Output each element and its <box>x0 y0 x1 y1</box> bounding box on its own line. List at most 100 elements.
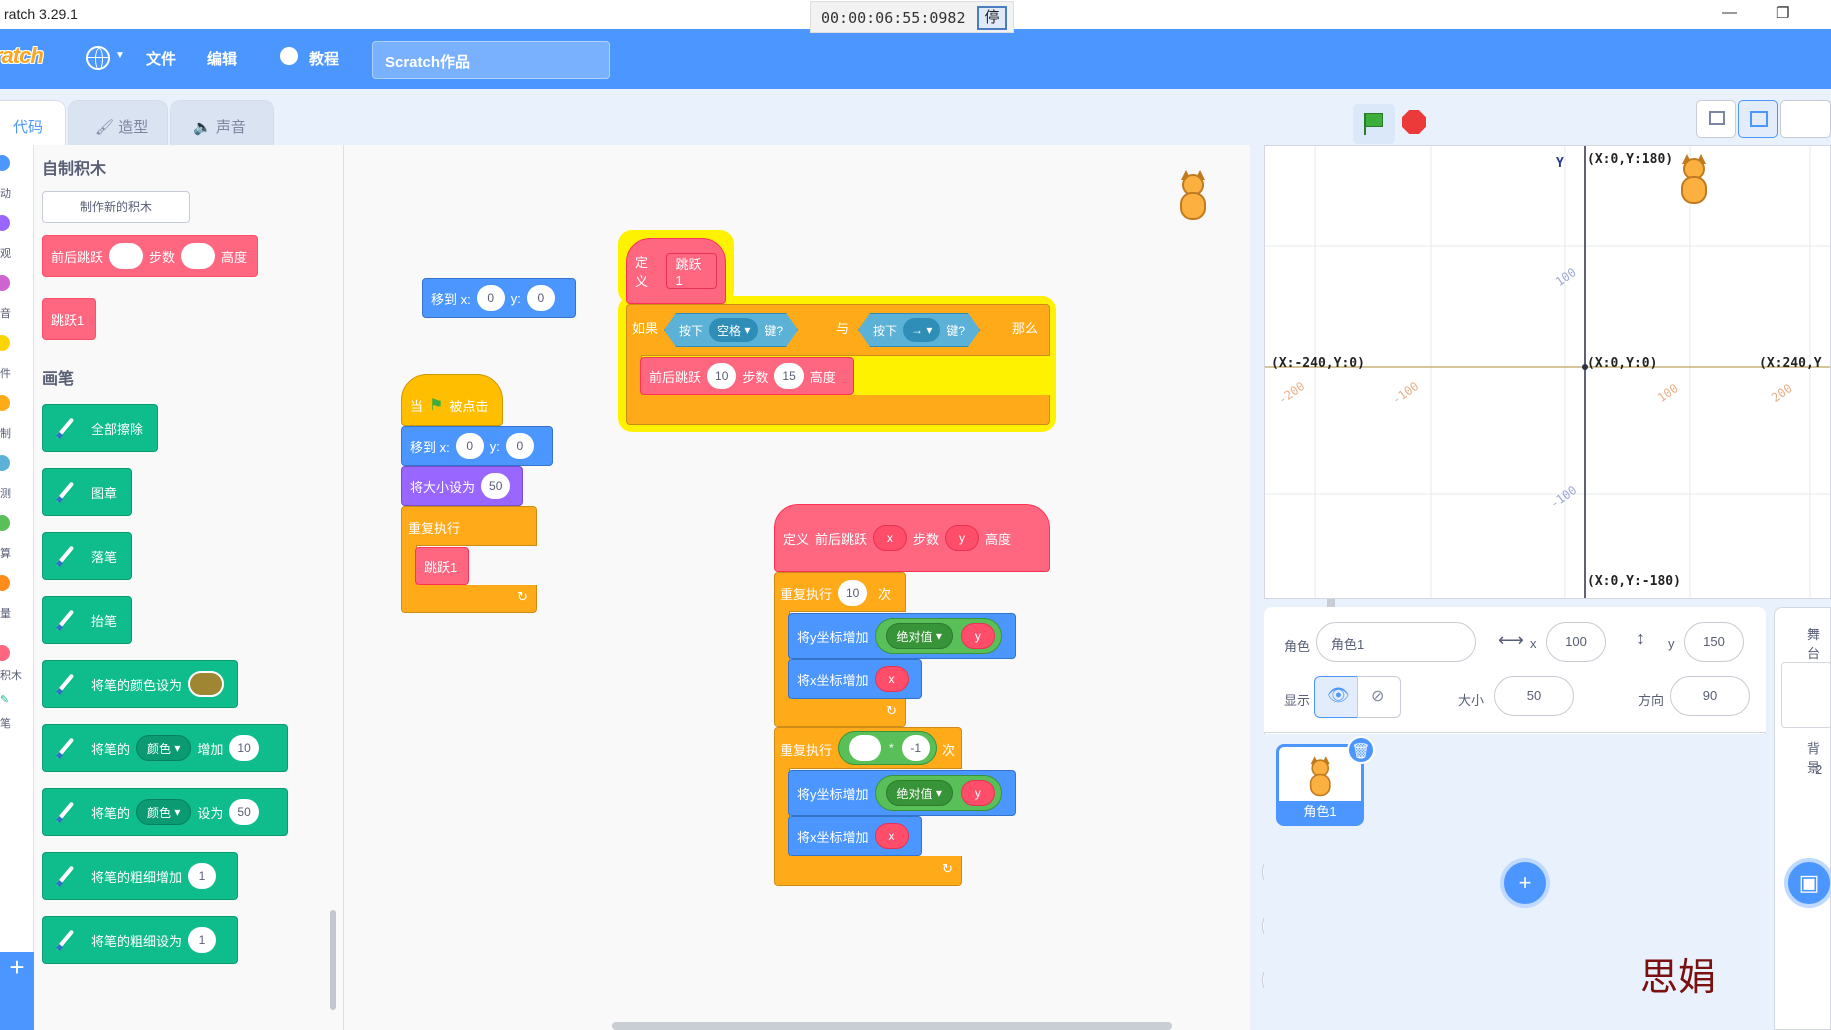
goto-x-input[interactable]: 0 <box>476 285 505 311</box>
palette-jump-block[interactable]: 跳跃1 <box>42 298 96 340</box>
x-arg-reporter[interactable]: x <box>874 823 909 849</box>
key-pressed-right[interactable]: 按下 → ▾ 键? <box>858 313 980 347</box>
restore-button[interactable]: ❐ <box>1776 4 1789 22</box>
abs-operator[interactable]: 绝对值 ▾ y <box>874 618 1002 654</box>
size-input[interactable]: 50 <box>1494 676 1574 716</box>
category-sensing-label[interactable]: 测 <box>0 485 11 501</box>
param-y-reporter[interactable]: y <box>945 525 980 551</box>
category-sensing-dot[interactable] <box>0 455 10 471</box>
pen-clear-block[interactable]: 全部擦除 <box>42 404 158 452</box>
category-operators-label[interactable]: 算 <box>0 545 11 561</box>
abs-operator[interactable]: 绝对值 ▾ y <box>874 775 1002 811</box>
tab-costumes[interactable]: 🖌 造型 <box>68 100 168 145</box>
pen-change-value[interactable]: 10 <box>229 735 259 761</box>
tab-sounds[interactable]: 🔈 声音 <box>170 100 274 145</box>
repeat1-count-input[interactable]: 10 <box>838 580 868 606</box>
scratch-logo[interactable]: ratch <box>0 43 58 75</box>
sprite-x-input[interactable]: 100 <box>1546 622 1606 662</box>
param-x-reporter[interactable]: x <box>873 525 908 551</box>
add-backdrop-button[interactable]: ▣ <box>1784 858 1831 908</box>
category-operators-dot[interactable] <box>0 515 10 531</box>
pen-set-param-block[interactable]: 将笔的 颜色 ▾ 设为 50 <box>42 788 288 836</box>
small-stage-button[interactable] <box>1696 100 1736 138</box>
abs-arg-reporter[interactable]: y <box>960 780 995 806</box>
fullscreen-button[interactable] <box>1780 100 1831 138</box>
language-globe-icon[interactable] <box>86 46 110 70</box>
change-x-block[interactable]: 将x坐标增加 x <box>788 816 922 856</box>
set-size-block[interactable]: 将大小设为 50 <box>401 466 523 506</box>
pen-param-dropdown[interactable]: 颜色 ▾ <box>136 735 192 761</box>
category-looks-dot[interactable] <box>0 215 10 231</box>
stage-canvas[interactable]: Y (X:0,Y:180) (X:-240,Y:0) (X:0,Y:0) (X:… <box>1264 145 1831 599</box>
key-pressed-space[interactable]: 按下 空格 ▾ 键? <box>664 313 798 347</box>
goto-xy-block[interactable]: 移到 x: 0 y: 0 <box>401 426 553 466</box>
normal-stage-button[interactable] <box>1738 100 1778 138</box>
category-control-dot[interactable] <box>0 395 10 411</box>
change-y-block[interactable]: 将y坐标增加 绝对值 ▾ y <box>788 613 1016 659</box>
cat-sprite[interactable] <box>1671 152 1719 212</box>
call-hop-height-input[interactable]: 15 <box>774 363 804 389</box>
pen-set-size-block[interactable]: 将笔的粗细设为 1 <box>42 916 238 964</box>
call-hop-block[interactable]: 前后跳跃 10 步数 15 高度 <box>640 357 854 395</box>
green-flag-button[interactable] <box>1353 104 1395 144</box>
change-x-block[interactable]: 将x坐标增加 x <box>788 659 922 699</box>
abs-arg-reporter[interactable]: y <box>960 623 995 649</box>
sprite-name-input[interactable]: 角色1 <box>1316 622 1476 662</box>
multiply-left-input[interactable] <box>849 735 881 761</box>
minimize-button[interactable]: — <box>1722 4 1737 21</box>
make-block-button[interactable]: 制作新的积木 <box>42 191 190 223</box>
call-jump-block[interactable]: 跳跃1 <box>415 547 469 585</box>
category-variables-dot[interactable] <box>0 575 10 591</box>
multiply-right-input[interactable]: -1 <box>901 735 930 761</box>
category-myblocks-label[interactable]: 积木 <box>0 667 22 683</box>
define-jump-hat[interactable]: 定义 跳跃1 <box>626 238 726 304</box>
palette-scrollbar[interactable] <box>330 910 336 1010</box>
category-pen-icon[interactable]: ✎ <box>0 693 9 706</box>
backdrop-thumbnail[interactable] <box>1781 662 1831 728</box>
category-variables-label[interactable]: 量 <box>0 605 11 621</box>
pen-change-param-block[interactable]: 将笔的 颜色 ▾ 增加 10 <box>42 724 288 772</box>
color-swatch[interactable] <box>188 671 225 697</box>
stage-backdrop-pane[interactable]: 舞台 背景 2 <box>1774 607 1831 1030</box>
x-arg-reporter[interactable]: x <box>874 666 909 692</box>
category-sound-label[interactable]: 音 <box>0 305 11 321</box>
custom-block-slot-height[interactable] <box>181 243 216 269</box>
category-motion-label[interactable]: 动 <box>0 185 11 201</box>
goto-x-input[interactable]: 0 <box>455 433 484 459</box>
pen-down-block[interactable]: 落笔 <box>42 532 132 580</box>
delete-sprite-button[interactable]: 🗑 <box>1347 736 1375 764</box>
category-events-label[interactable]: 件 <box>0 365 11 381</box>
timer-stop-button[interactable]: 停 <box>977 6 1007 30</box>
menu-tutorials[interactable]: 教程 <box>309 48 339 69</box>
category-pen-label[interactable]: 笔 <box>0 715 11 731</box>
pen-set-size-value[interactable]: 1 <box>188 927 217 953</box>
direction-input[interactable]: 90 <box>1670 676 1750 716</box>
add-extension-button[interactable]: + <box>0 952 34 1030</box>
category-motion-dot[interactable] <box>0 155 10 171</box>
show-visible-button[interactable]: 👁 <box>1314 676 1358 718</box>
goto-xy-block[interactable]: 移到 x: 0 y: 0 <box>422 278 576 318</box>
category-sound-dot[interactable] <box>0 275 10 291</box>
key2-dropdown[interactable]: → ▾ <box>903 318 940 342</box>
project-title-input[interactable]: Scratch作品 <box>372 41 610 79</box>
abs-dropdown[interactable]: 绝对值 ▾ <box>885 623 953 649</box>
show-hidden-button[interactable]: ⊘ <box>1357 676 1401 718</box>
category-myblocks-dot[interactable] <box>0 645 10 661</box>
pen-change-size-value[interactable]: 1 <box>188 863 217 889</box>
tab-code[interactable]: 代码 <box>0 100 66 145</box>
menu-file[interactable]: 文件 <box>146 48 176 69</box>
workspace-horizontal-scrollbar[interactable] <box>612 1022 1172 1030</box>
multiply-operator[interactable]: * -1 <box>838 731 937 765</box>
pen-stamp-block[interactable]: 图章 <box>42 468 132 516</box>
category-looks-label[interactable]: 观 <box>0 245 11 261</box>
set-size-input[interactable]: 50 <box>481 473 511 499</box>
call-hop-steps-input[interactable]: 10 <box>707 363 737 389</box>
pen-change-size-block[interactable]: 将笔的粗细增加 1 <box>42 852 238 900</box>
stop-button[interactable] <box>1402 110 1426 134</box>
category-events-dot[interactable] <box>0 335 10 351</box>
pen-up-block[interactable]: 抬笔 <box>42 596 132 644</box>
palette-custom-block[interactable]: 前后跳跃 步数 高度 <box>42 235 258 277</box>
goto-y-input[interactable]: 0 <box>505 433 534 459</box>
add-sprite-button[interactable]: + <box>1500 858 1550 908</box>
sprite-y-input[interactable]: 150 <box>1684 622 1744 662</box>
